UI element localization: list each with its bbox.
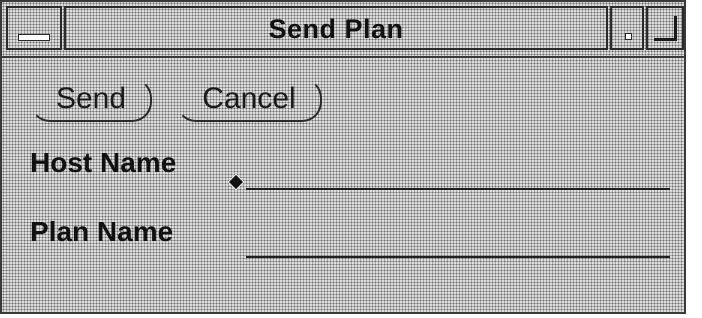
window-menu-icon (18, 34, 50, 41)
maximize-button[interactable] (646, 6, 684, 50)
send-button[interactable]: Send (30, 78, 152, 122)
cancel-button[interactable]: Cancel (176, 78, 322, 122)
window-title: Send Plan (268, 14, 404, 44)
host-name-label: Host Name (30, 147, 177, 178)
send-plan-dialog: Send Plan Send Cancel Host Name Plan Nam… (0, 0, 686, 314)
plan-name-field[interactable] (246, 222, 670, 258)
window-menu-button[interactable] (6, 6, 62, 50)
minimize-button[interactable] (610, 6, 644, 50)
host-name-field[interactable] (246, 154, 670, 190)
input-caret-icon (227, 173, 245, 191)
minimize-icon (625, 33, 632, 40)
plan-name-label: Plan Name (30, 216, 174, 247)
title-bar: Send Plan (2, 2, 684, 58)
title-area[interactable]: Send Plan (64, 6, 608, 50)
maximize-icon (654, 16, 677, 41)
